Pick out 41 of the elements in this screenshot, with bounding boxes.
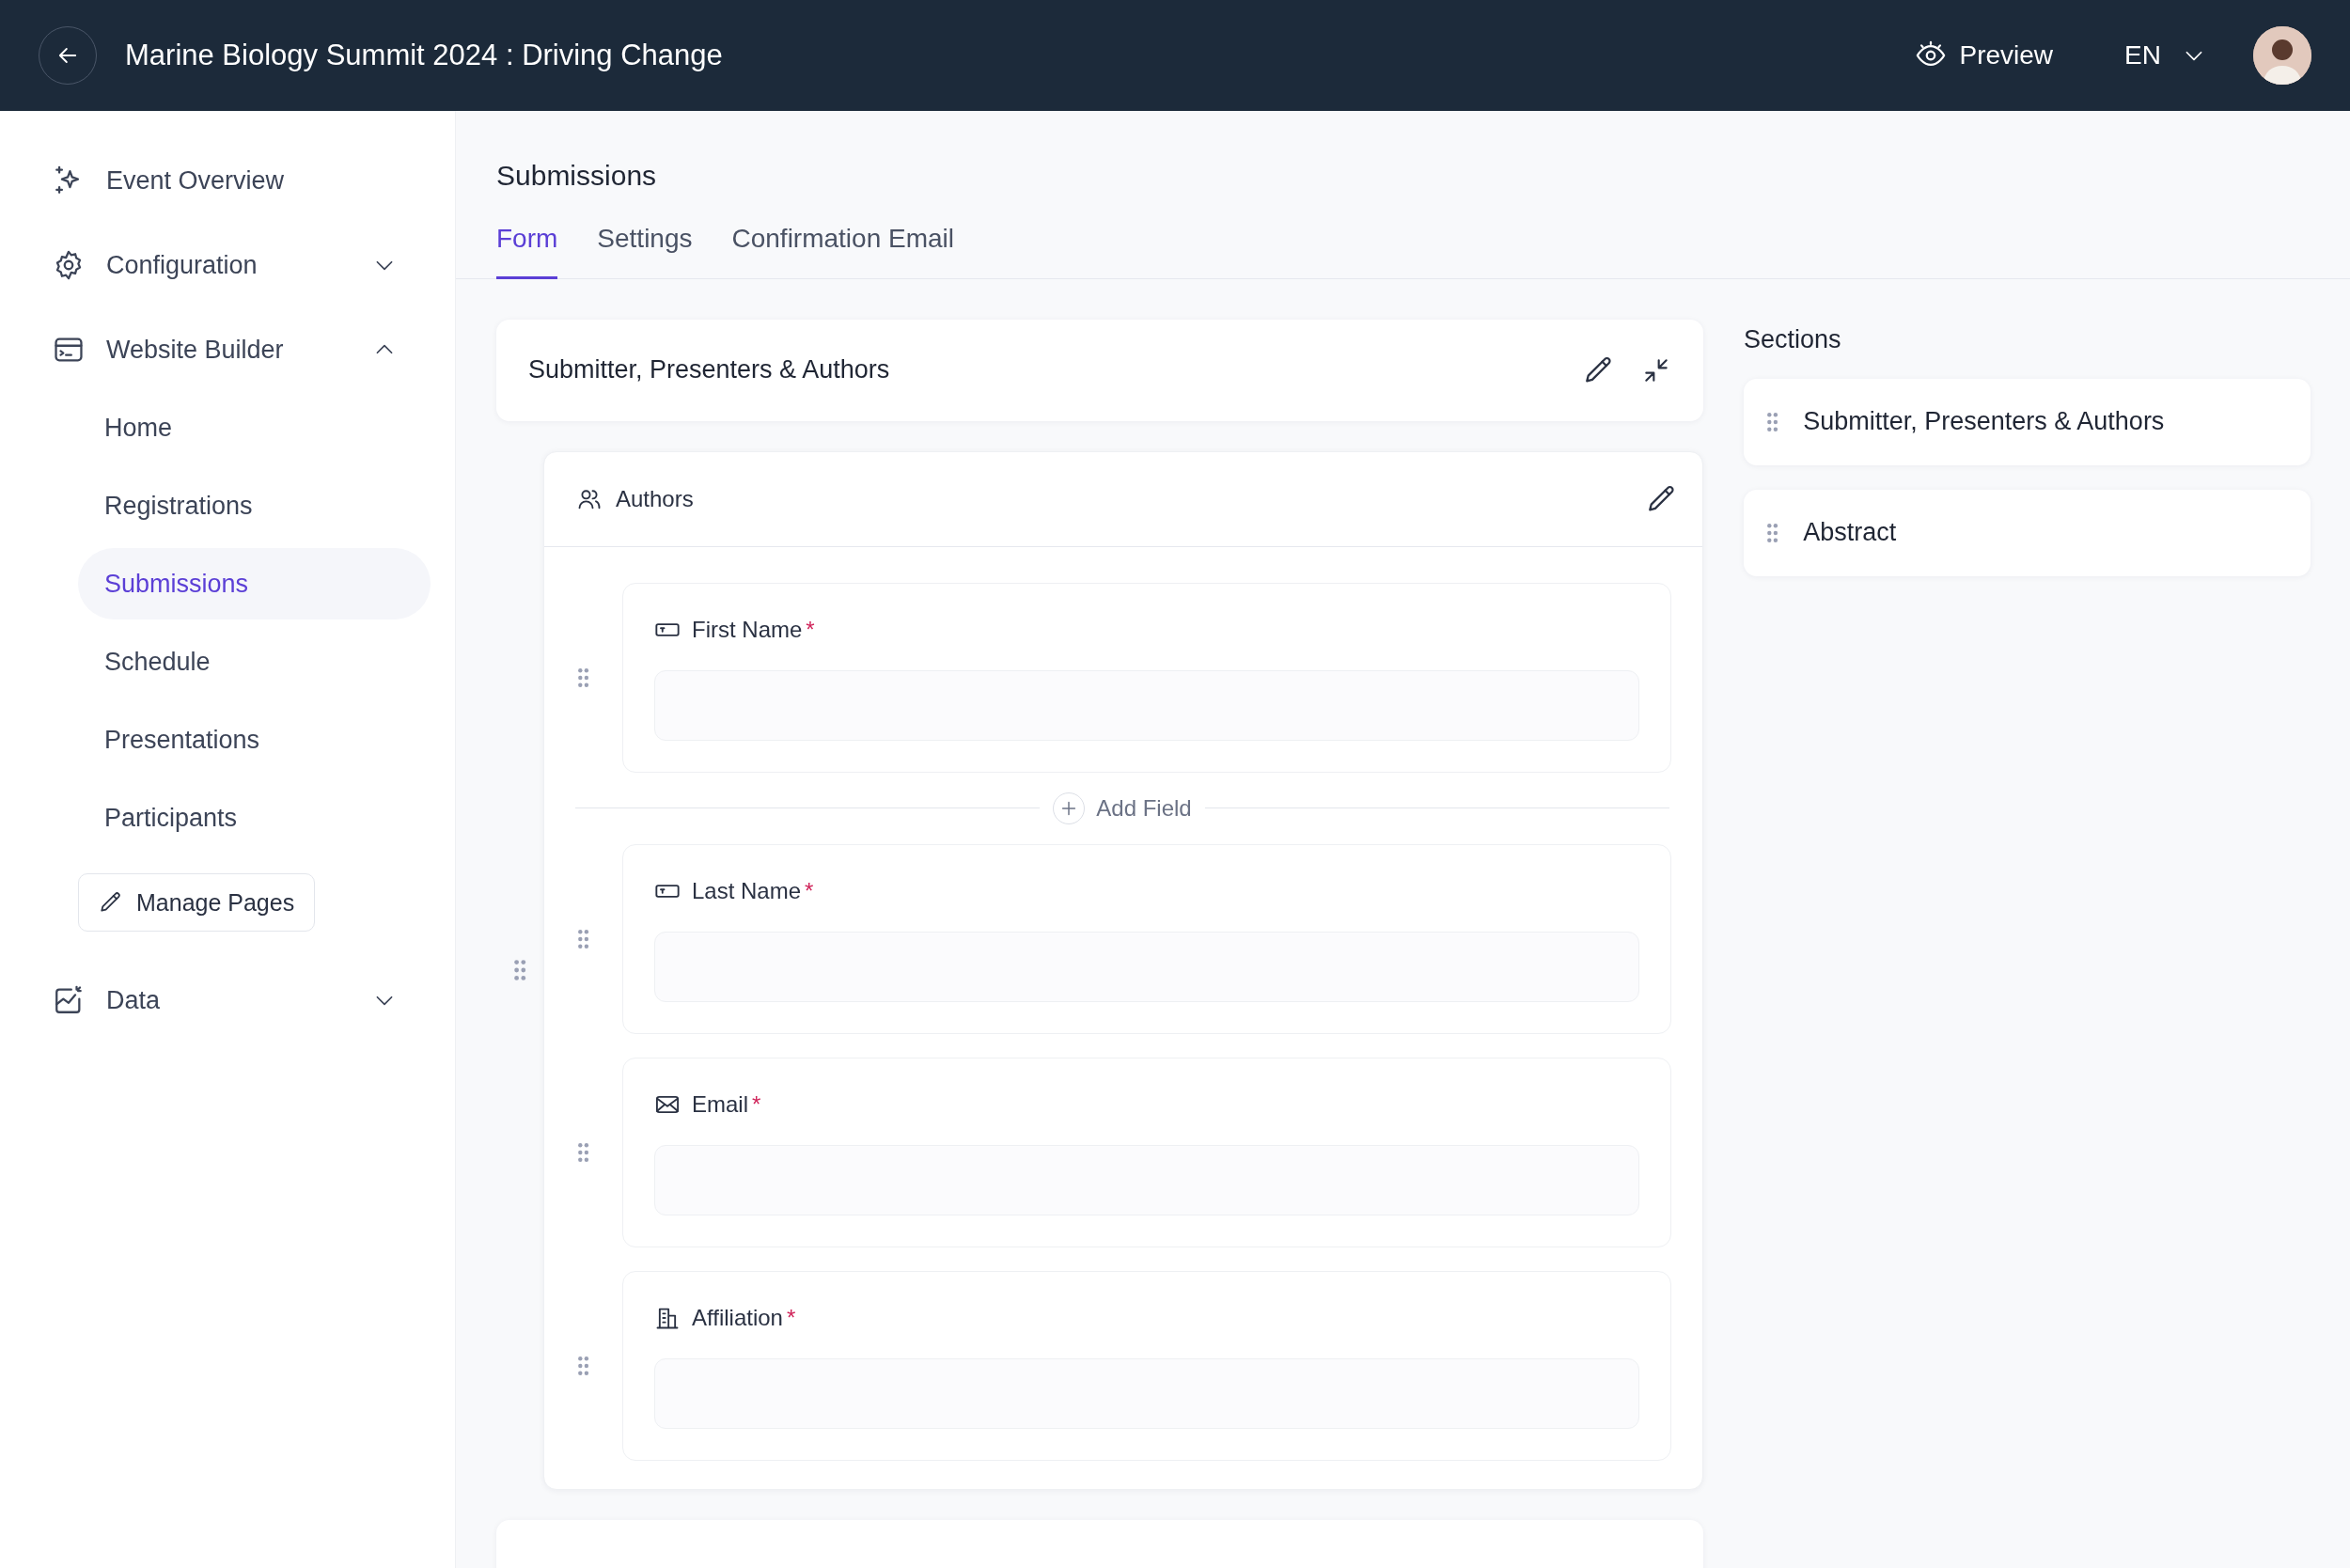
language-selector[interactable]: EN: [2124, 40, 2206, 71]
preview-button[interactable]: Preview: [1914, 39, 2054, 71]
drag-handle-icon[interactable]: [512, 959, 527, 981]
required-mark: *: [786, 1304, 796, 1331]
sidebar-subitem[interactable]: Presentations: [78, 704, 431, 776]
sidebar-subitem[interactable]: Home: [78, 392, 431, 463]
chart-window-icon: [53, 984, 85, 1016]
field-label: Affiliation: [692, 1304, 783, 1331]
event-title: Marine Biology Summit 2024 : Driving Change: [125, 39, 724, 72]
sidebar-item[interactable]: Configuration: [0, 223, 455, 307]
tab[interactable]: Confirmation Email: [731, 211, 955, 279]
sidebar-item[interactable]: Event Overview: [0, 138, 455, 223]
drag-handle-icon[interactable]: [576, 1355, 590, 1376]
section-list-item[interactable]: Abstract: [1744, 489, 2311, 576]
required-mark: *: [806, 616, 815, 643]
sidebar-item[interactable]: Data: [0, 958, 455, 1043]
required-mark: *: [752, 1090, 761, 1118]
group-title: Authors: [616, 485, 695, 512]
sidebar-subitem[interactable]: Registrations: [78, 470, 431, 541]
panel-title: Sections: [1744, 324, 1842, 354]
field-label: First Name: [692, 616, 803, 643]
sidebar-item[interactable]: Website Builder: [0, 307, 455, 392]
page-heading: Submissions: [496, 160, 658, 192]
tab[interactable]: Form: [496, 211, 558, 279]
section-name: Abstract: [1803, 518, 1897, 547]
section-list-item[interactable]: Submitter, Presenters & Authors: [1744, 378, 2311, 465]
sidebar-subitem[interactable]: Submissions: [78, 548, 431, 619]
section-title: Submitter, Presenters & Authors: [528, 355, 891, 384]
field-label: Last Name: [692, 877, 802, 904]
drag-handle-icon[interactable]: [576, 1141, 590, 1163]
drag-handle-icon[interactable]: [576, 666, 590, 688]
tab[interactable]: Settings: [597, 211, 693, 279]
section-name: Submitter, Presenters & Authors: [1803, 407, 2165, 436]
drag-handle-icon[interactable]: [1766, 522, 1779, 543]
sidebar-subitem[interactable]: Participants: [78, 782, 431, 854]
drag-handle-icon[interactable]: [1766, 411, 1779, 432]
sidebar-subitem[interactable]: Schedule: [78, 626, 431, 698]
drag-handle-icon[interactable]: [576, 928, 590, 949]
required-mark: *: [805, 877, 814, 904]
field-label: Email: [692, 1090, 748, 1118]
manage-pages-button[interactable]: Manage Pages: [78, 873, 316, 932]
